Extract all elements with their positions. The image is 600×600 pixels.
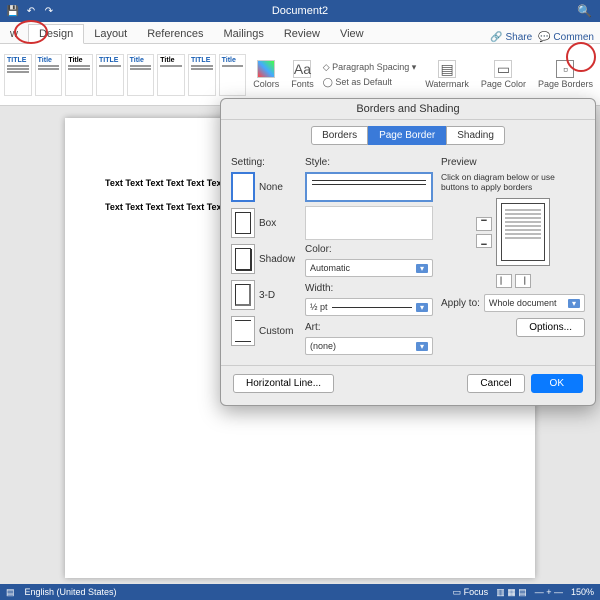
preview-hint: Click on diagram below or use buttons to…: [441, 172, 585, 192]
preview-diagram[interactable]: [496, 198, 550, 266]
tab-layout[interactable]: Layout: [84, 25, 137, 43]
theme-item[interactable]: Title: [35, 54, 63, 96]
cancel-button[interactable]: Cancel: [467, 374, 524, 393]
ok-button[interactable]: OK: [531, 374, 583, 393]
language-status[interactable]: English (United States): [25, 587, 117, 597]
chevron-down-icon: ▾: [416, 264, 428, 273]
quick-access-toolbar: 💾 ↶ ↷: [0, 4, 62, 18]
tab-review[interactable]: Review: [274, 25, 330, 43]
save-icon[interactable]: 💾: [6, 4, 20, 18]
setting-shadow[interactable]: Shadow: [231, 244, 297, 274]
document-title: Document2: [272, 5, 328, 17]
view-buttons[interactable]: ▥ ▦ ▤: [496, 587, 527, 598]
theme-item[interactable]: Title: [157, 54, 185, 96]
tab-mailings[interactable]: Mailings: [214, 25, 274, 43]
theme-item[interactable]: TITLE: [188, 54, 216, 96]
art-dropdown[interactable]: (none)▾: [305, 337, 433, 355]
color-dropdown[interactable]: Automatic▾: [305, 259, 433, 277]
palette-icon: [257, 60, 275, 78]
chevron-down-icon: ▾: [568, 299, 580, 308]
dialog-tab-page-border[interactable]: Page Border: [368, 126, 446, 145]
options-button[interactable]: Options...: [516, 318, 585, 337]
color-label: Color:: [305, 244, 433, 255]
page-color-icon: ▭: [494, 60, 512, 78]
page-color-button[interactable]: ▭Page Color: [478, 58, 529, 91]
document-formatting-gallery[interactable]: TITLE Title Title TITLE Title Title TITL…: [4, 46, 246, 103]
border-right-button[interactable]: ▕: [515, 274, 531, 288]
dialog-title: Borders and Shading: [221, 99, 595, 120]
dialog-tabs: Borders Page Border Shading: [221, 120, 595, 151]
page-borders-icon: ▫: [556, 60, 574, 78]
tab-view[interactable]: View: [330, 25, 374, 43]
search-icon[interactable]: 🔍: [569, 4, 600, 18]
horizontal-line-button[interactable]: Horizontal Line...: [233, 374, 334, 393]
share-button[interactable]: 🔗 Share: [490, 32, 532, 43]
border-bottom-button[interactable]: ▁: [476, 234, 492, 248]
style-label: Style:: [305, 157, 433, 168]
theme-item[interactable]: Title: [65, 54, 93, 96]
zoom-slider[interactable]: — + —: [535, 587, 563, 597]
tab-w[interactable]: w: [0, 25, 28, 43]
watermark-icon: ▤: [438, 60, 456, 78]
ribbon: TITLE Title Title TITLE Title Title TITL…: [0, 44, 600, 106]
setting-custom[interactable]: Custom: [231, 316, 297, 346]
paragraph-spacing-button[interactable]: ◇ Paragraph Spacing ▾: [323, 62, 417, 73]
colors-button[interactable]: Colors: [250, 58, 282, 91]
theme-item[interactable]: TITLE: [4, 54, 32, 96]
title-bar: 💾 ↶ ↷ Document2 🔍: [0, 0, 600, 22]
chevron-down-icon: ▾: [416, 303, 428, 312]
tab-references[interactable]: References: [137, 25, 213, 43]
redo-icon[interactable]: ↷: [42, 4, 56, 18]
setting-none[interactable]: None: [231, 172, 297, 202]
style-list[interactable]: [305, 206, 433, 240]
art-label: Art:: [305, 322, 433, 333]
border-left-button[interactable]: ▏: [496, 274, 512, 288]
accessibility-icon[interactable]: ▤: [6, 587, 15, 598]
apply-to-label: Apply to:: [441, 298, 480, 309]
tab-design[interactable]: Design: [28, 24, 84, 44]
fonts-button[interactable]: AaFonts: [288, 58, 317, 91]
setting-3d[interactable]: 3-D: [231, 280, 297, 310]
apply-to-dropdown[interactable]: Whole document▾: [484, 294, 585, 312]
width-dropdown[interactable]: ½ pt ▾: [305, 298, 433, 316]
page-borders-button[interactable]: ▫Page Borders: [535, 58, 596, 91]
comments-button[interactable]: 💬 Commen: [538, 32, 594, 43]
chevron-down-icon: ▾: [416, 342, 428, 351]
set-default-button[interactable]: ◯ Set as Default: [323, 77, 417, 88]
dialog-tab-borders[interactable]: Borders: [311, 126, 368, 145]
borders-shading-dialog: Borders and Shading Borders Page Border …: [220, 98, 596, 406]
theme-item[interactable]: Title: [219, 54, 247, 96]
undo-icon[interactable]: ↶: [24, 4, 38, 18]
watermark-button[interactable]: ▤Watermark: [422, 58, 472, 91]
dialog-tab-shading[interactable]: Shading: [446, 126, 505, 145]
fonts-icon: Aa: [293, 60, 311, 78]
setting-label: Setting:: [231, 157, 297, 168]
theme-item[interactable]: Title: [127, 54, 155, 96]
border-top-button[interactable]: ▔: [476, 217, 492, 231]
setting-box[interactable]: Box: [231, 208, 297, 238]
zoom-level[interactable]: 150%: [571, 587, 594, 597]
style-selector[interactable]: [305, 172, 433, 202]
status-bar: ▤ English (United States) ▭ Focus ▥ ▦ ▤ …: [0, 584, 600, 600]
focus-mode[interactable]: ▭ Focus: [453, 587, 489, 598]
ribbon-tabs: w Design Layout References Mailings Revi…: [0, 22, 600, 44]
width-label: Width:: [305, 283, 433, 294]
preview-label: Preview: [441, 157, 585, 168]
theme-item[interactable]: TITLE: [96, 54, 124, 96]
